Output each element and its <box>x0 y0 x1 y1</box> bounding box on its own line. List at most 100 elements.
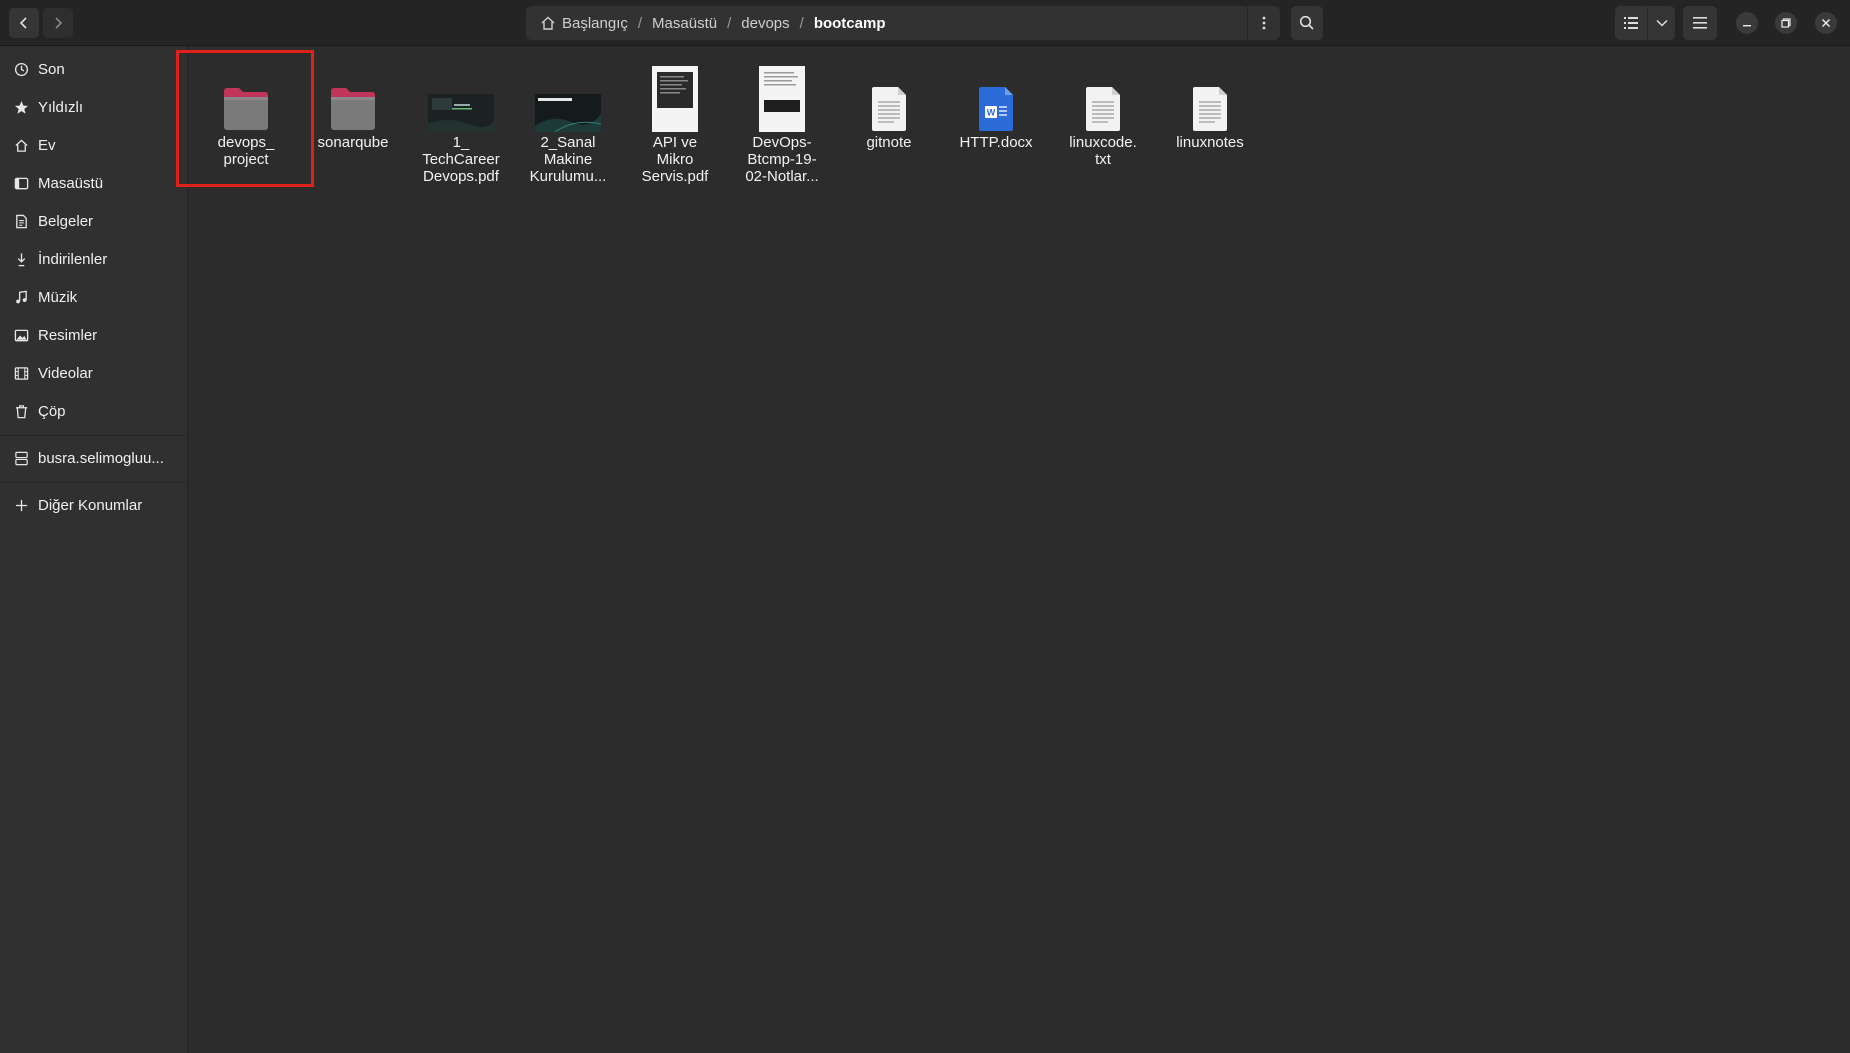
text-file-icon <box>1051 52 1155 132</box>
breadcrumb-devops[interactable]: devops <box>735 15 795 32</box>
sidebar-divider <box>0 482 188 483</box>
sidebar-item-label: Resimler <box>38 326 98 344</box>
chevron-left-icon <box>19 17 27 29</box>
file-item-linuxnotes[interactable]: linuxnotes <box>1158 46 1262 151</box>
minimize-button[interactable] <box>1736 12 1758 34</box>
breadcrumb-label: bootcamp <box>813 14 886 32</box>
file-name: 2_Sanal Makine Kurulumu... <box>529 134 607 185</box>
breadcrumb-desktop[interactable]: Masaüstü <box>646 15 723 32</box>
view-options-dropdown[interactable] <box>1647 6 1675 40</box>
sidebar-item-label: Ev <box>38 136 56 154</box>
file-name: devops_ project <box>217 134 275 168</box>
header-bar: Başlangıç / Masaüstü / devops / bootcamp <box>0 0 1850 46</box>
svg-text:W: W <box>987 108 996 118</box>
file-item-techcareer-pdf[interactable]: 1_ TechCareer Devops.pdf <box>409 46 513 185</box>
main-menu-button[interactable] <box>1683 6 1717 40</box>
back-button[interactable] <box>9 8 39 38</box>
sidebar-item-home[interactable]: Ev <box>0 127 188 163</box>
close-button[interactable] <box>1815 12 1837 34</box>
sidebar-divider <box>0 435 188 436</box>
sidebar-item-label: Yıldızlı <box>38 98 84 116</box>
file-item-sanal-makine-pdf[interactable]: 2_Sanal Makine Kurulumu... <box>516 46 620 185</box>
file-name: HTTP.docx <box>959 134 1033 151</box>
file-item-gitnote[interactable]: gitnote <box>837 46 941 151</box>
sidebar-item-trash[interactable]: Çöp <box>0 393 188 429</box>
path-menu-button[interactable] <box>1247 6 1280 40</box>
breadcrumb-separator: / <box>799 14 804 32</box>
search-button[interactable] <box>1291 6 1323 40</box>
sidebar-item-network-drive[interactable]: busra.selimogluu... <box>0 440 188 476</box>
file-name: DevOps- Btcmp-19- 02-Notlar... <box>745 134 819 185</box>
file-name: API ve Mikro Servis.pdf <box>641 134 709 185</box>
sidebar-item-label: Çöp <box>38 402 66 420</box>
hamburger-menu-icon <box>1693 17 1707 29</box>
word-document-icon: W <box>944 52 1048 132</box>
sidebar-item-label: Masaüstü <box>38 174 104 192</box>
breadcrumb-separator: / <box>637 14 643 32</box>
sidebar-item-other-locations[interactable]: Diğer Konumlar <box>0 487 188 523</box>
breadcrumb-bootcamp[interactable]: bootcamp <box>808 15 892 32</box>
sidebar-item-label: Belgeler <box>38 212 94 230</box>
list-view-button[interactable] <box>1615 6 1647 40</box>
film-icon <box>13 365 29 381</box>
text-file-icon <box>1158 52 1262 132</box>
download-icon <box>13 251 29 267</box>
file-name: 1_ TechCareer Devops.pdf <box>422 134 500 185</box>
pdf-thumbnail-icon <box>623 52 727 132</box>
pdf-thumbnail-icon <box>409 52 513 132</box>
sidebar-item-label: busra.selimogluu... <box>38 449 164 467</box>
maximize-button[interactable] <box>1775 12 1797 34</box>
file-view: devops_ project sonarqube 1_ TechCareer … <box>189 46 1850 1053</box>
breadcrumb-label: Başlangıç <box>562 14 628 32</box>
sidebar-item-videos[interactable]: Videolar <box>0 355 188 391</box>
image-icon <box>13 327 29 343</box>
folder-icon <box>194 52 298 132</box>
sidebar-item-music[interactable]: Müzik <box>0 279 188 315</box>
file-item-devops-notlar-pdf[interactable]: DevOps- Btcmp-19- 02-Notlar... <box>730 46 834 185</box>
breadcrumb-home[interactable]: Başlangıç <box>534 15 634 32</box>
plus-icon <box>13 497 29 513</box>
sidebar: Son Yıldızlı Ev Masaüstü Belgeler İndiri… <box>0 46 188 1053</box>
sidebar-item-desktop[interactable]: Masaüstü <box>0 165 188 201</box>
maximize-icon <box>1781 18 1791 28</box>
forward-button[interactable] <box>43 8 73 38</box>
file-name: gitnote <box>866 134 912 151</box>
clock-icon <box>13 61 29 77</box>
list-view-icon <box>1624 17 1638 29</box>
breadcrumb-label: devops <box>741 14 790 32</box>
sidebar-item-label: İndirilenler <box>38 250 108 268</box>
pdf-thumbnail-icon <box>730 52 834 132</box>
minimize-icon <box>1743 25 1751 27</box>
breadcrumb-label: Masaüstü <box>652 14 718 32</box>
sidebar-item-label: Son <box>38 60 65 78</box>
sidebar-item-recent[interactable]: Son <box>0 51 188 87</box>
trash-icon <box>13 403 29 419</box>
sidebar-item-downloads[interactable]: İndirilenler <box>0 241 188 277</box>
home-icon <box>541 16 555 30</box>
file-item-sonarqube[interactable]: sonarqube <box>301 46 405 151</box>
close-icon <box>1822 19 1830 27</box>
file-name: linuxcode. txt <box>1069 134 1137 168</box>
vertical-dots-icon <box>1262 16 1266 30</box>
chevron-down-icon <box>1655 19 1668 27</box>
sidebar-item-label: Videolar <box>38 364 93 382</box>
search-icon <box>1299 15 1314 30</box>
file-item-linuxcode-txt[interactable]: linuxcode. txt <box>1051 46 1155 168</box>
document-icon <box>13 213 29 229</box>
chevron-right-icon <box>55 17 63 29</box>
star-icon <box>13 99 29 115</box>
music-icon <box>13 289 29 305</box>
sidebar-item-starred[interactable]: Yıldızlı <box>0 89 188 125</box>
text-file-icon <box>837 52 941 132</box>
file-item-devops-project[interactable]: devops_ project <box>194 46 298 168</box>
file-item-http-docx[interactable]: W HTTP.docx <box>944 46 1048 151</box>
home-icon <box>13 137 29 153</box>
path-bar: Başlangıç / Masaüstü / devops / bootcamp <box>526 6 1280 40</box>
file-item-api-mikro-servis-pdf[interactable]: API ve Mikro Servis.pdf <box>623 46 727 185</box>
file-name: sonarqube <box>317 134 389 151</box>
sidebar-item-documents[interactable]: Belgeler <box>0 203 188 239</box>
drive-icon <box>13 450 29 466</box>
sidebar-item-pictures[interactable]: Resimler <box>0 317 188 353</box>
breadcrumb-separator: / <box>727 14 732 32</box>
file-name: linuxnotes <box>1176 134 1244 151</box>
